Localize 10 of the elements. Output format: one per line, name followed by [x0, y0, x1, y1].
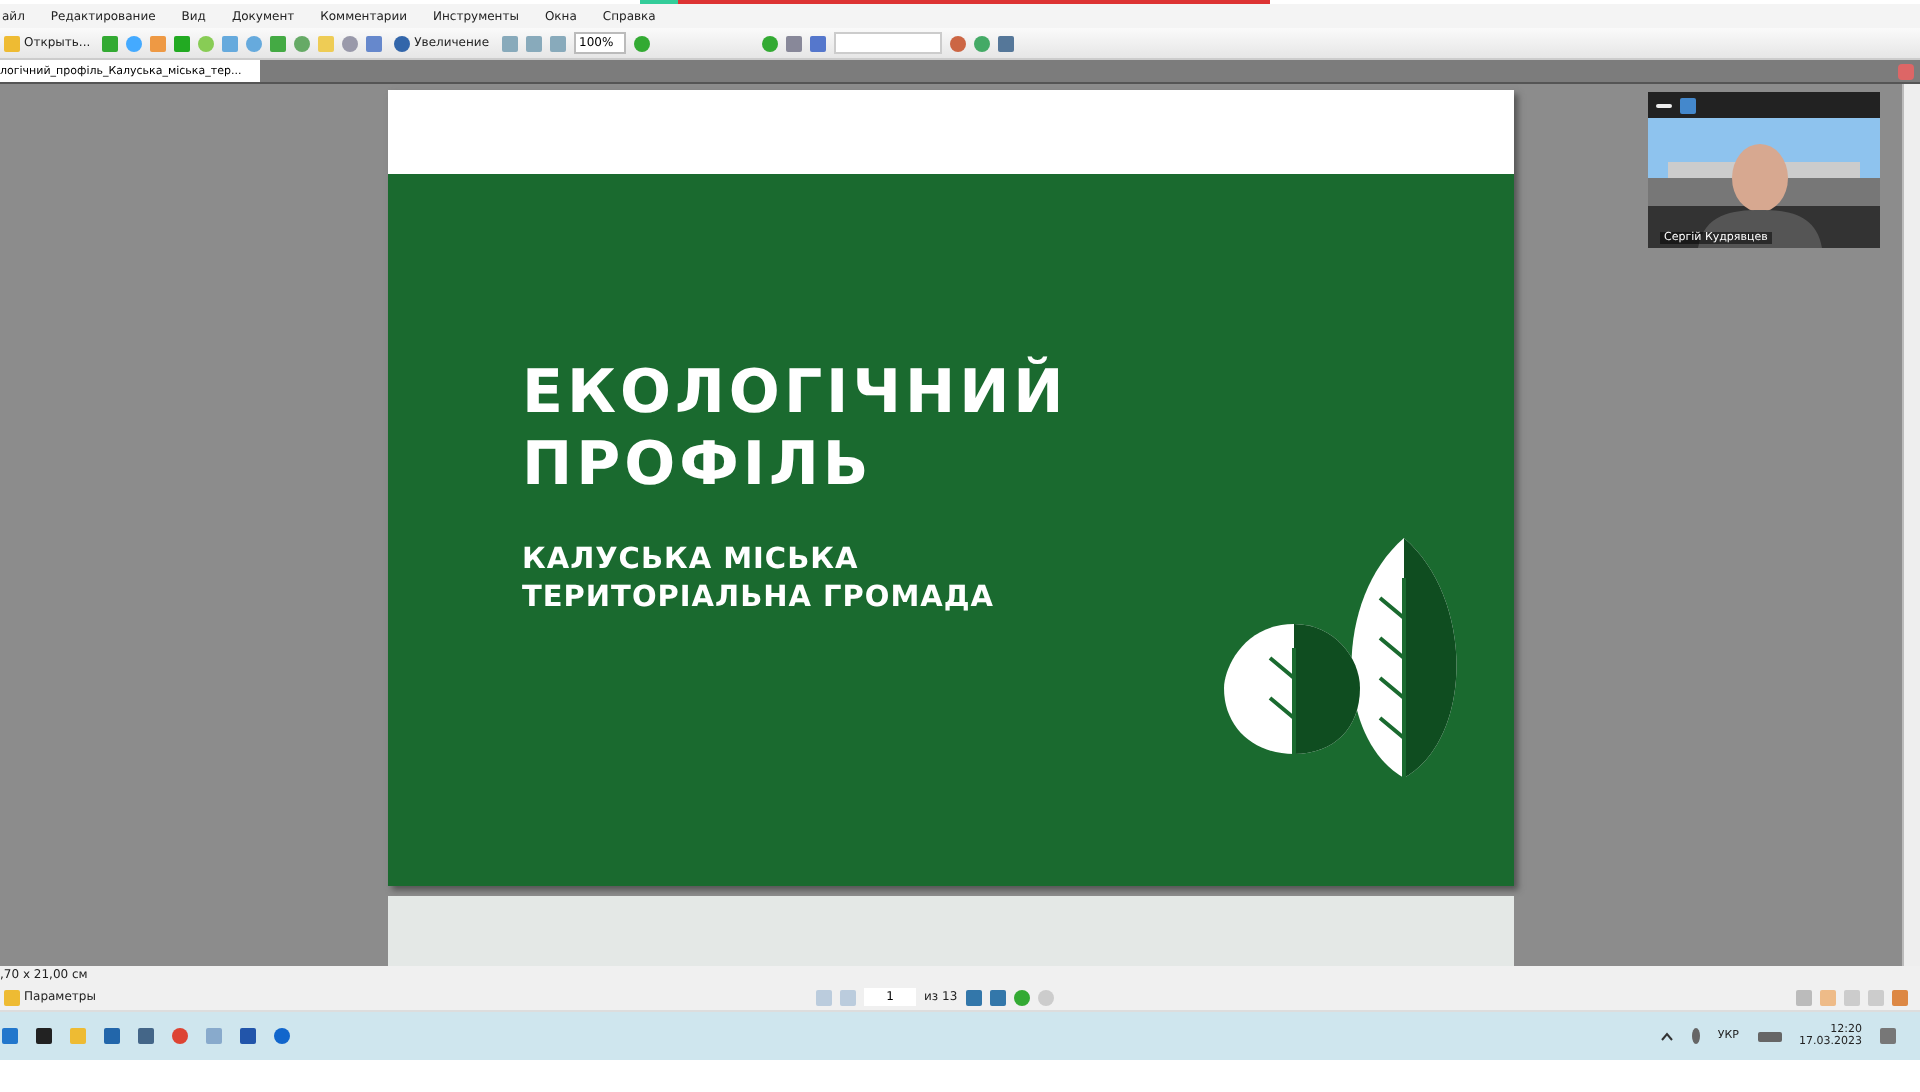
taskbar-icon[interactable]: [274, 1028, 290, 1044]
caret-icon[interactable]: [1659, 1031, 1674, 1041]
search-field[interactable]: [833, 32, 942, 54]
slide-subtitle: ТЕРИТОРІАЛЬНА ГРОМАДА: [522, 580, 997, 618]
slide-subtitle: КАЛУСЬКА МІСЬКА: [522, 542, 861, 580]
slide-title: ПРОФІЛЬ: [522, 430, 875, 502]
taskbar-icon[interactable]: [172, 1028, 188, 1044]
toolbar-icon[interactable]: [633, 35, 650, 51]
slide-title: ЕКОЛОГІЧНИЙ: [522, 358, 1068, 430]
toolbar-icon[interactable]: [1892, 989, 1908, 1005]
